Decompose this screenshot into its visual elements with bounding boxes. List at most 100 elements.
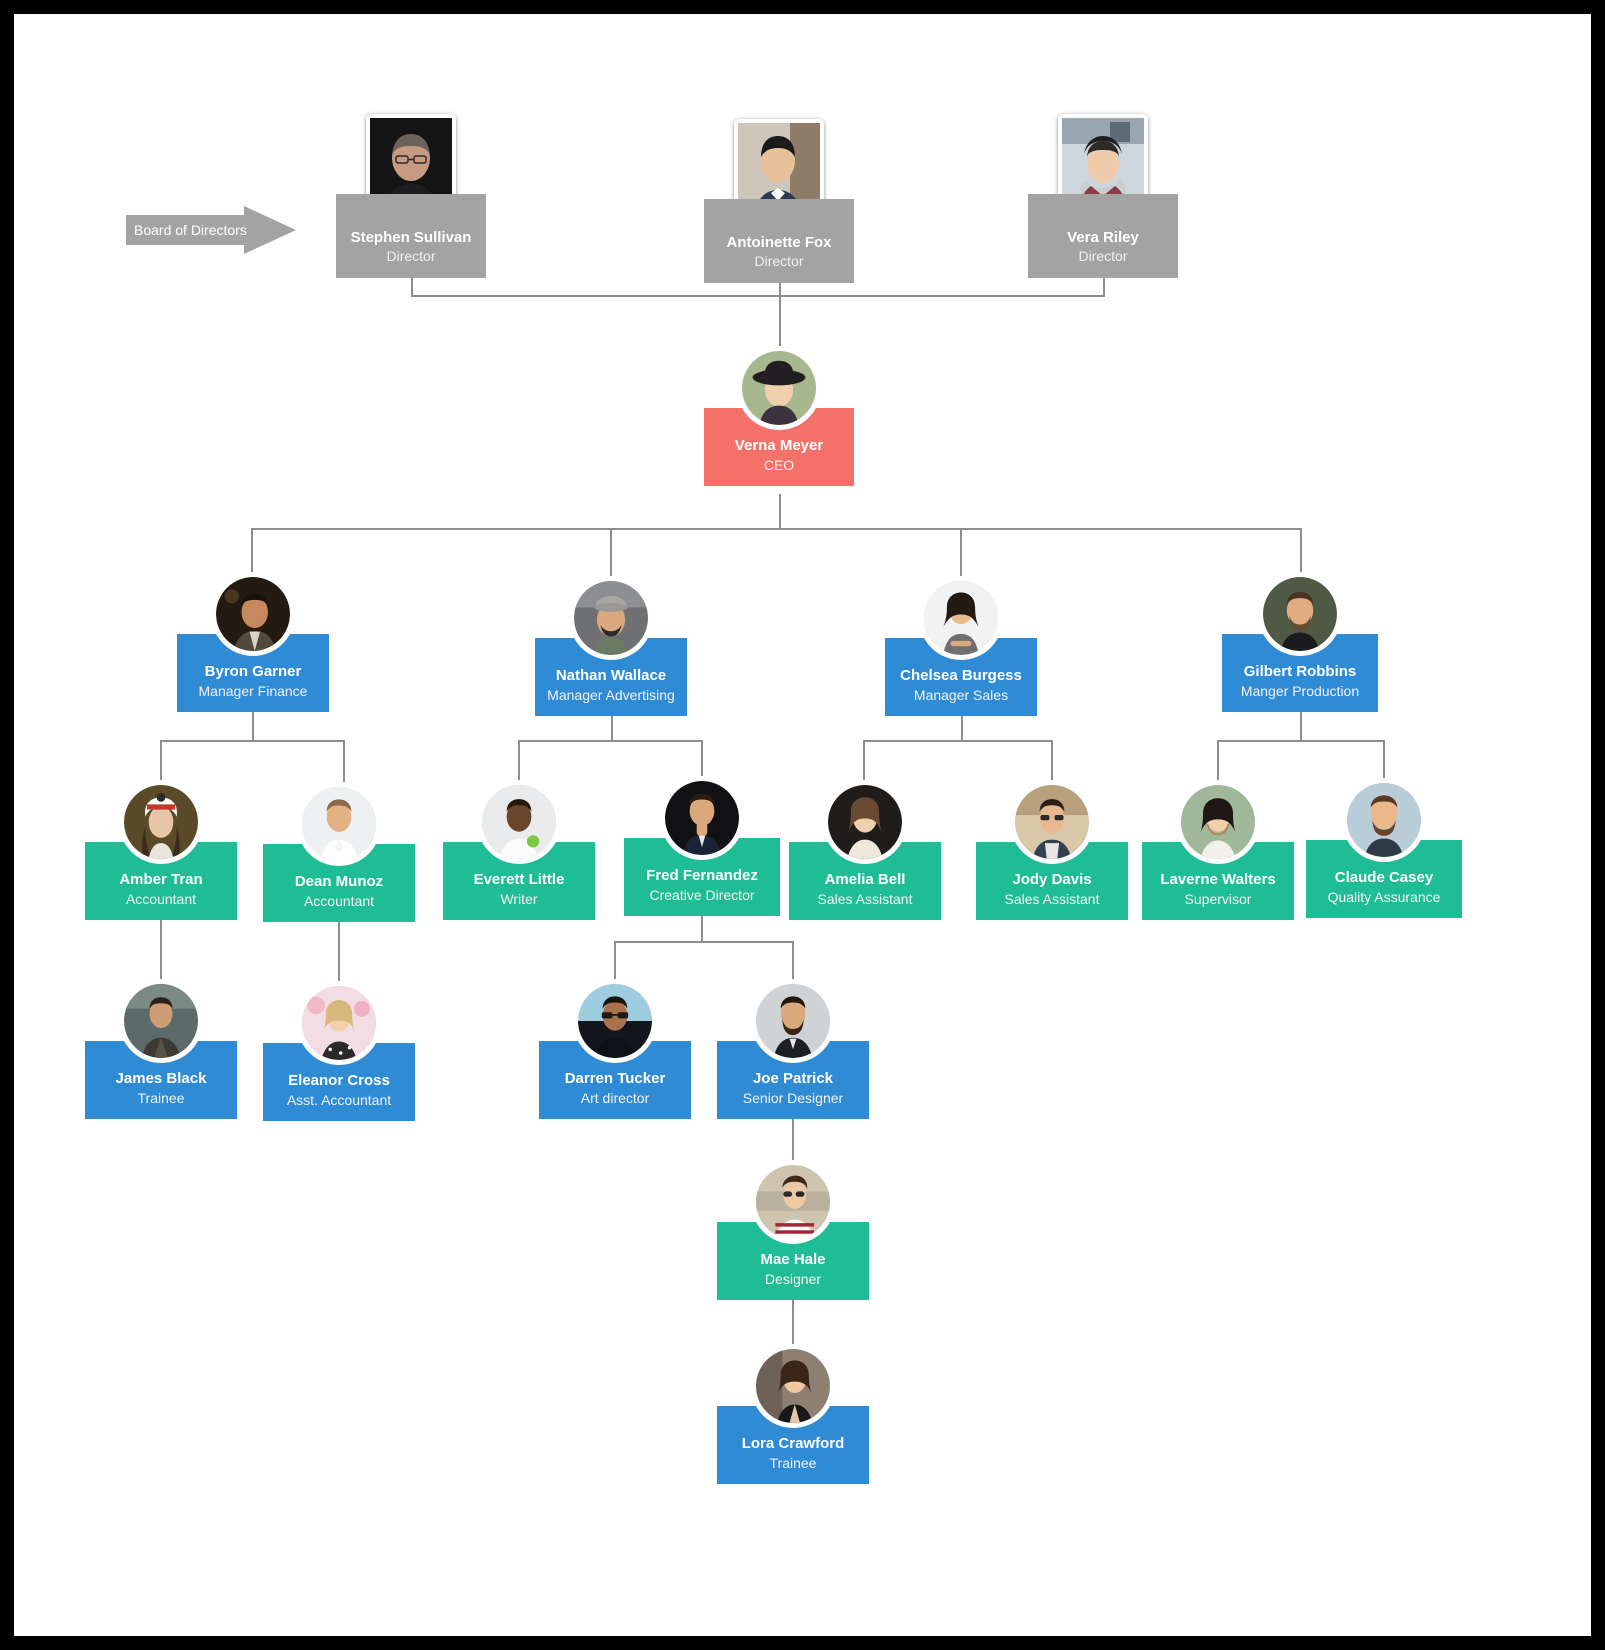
connector-to-amber bbox=[160, 740, 162, 782]
connector-mae-to-lora bbox=[792, 1293, 794, 1345]
avatar bbox=[823, 780, 907, 864]
avatar bbox=[751, 1344, 835, 1428]
staff-title: Accountant bbox=[125, 891, 197, 907]
staff-name: Fred Fernandez bbox=[646, 867, 758, 884]
manager-title: Manager Advertising bbox=[547, 687, 675, 703]
portrait-image bbox=[1181, 785, 1255, 859]
director-info: Antoinette Fox Director bbox=[704, 199, 854, 283]
staff-name: Dean Munoz bbox=[294, 873, 384, 890]
portrait-image bbox=[124, 984, 198, 1058]
staff-name: Claude Casey bbox=[1334, 869, 1434, 886]
junior-title: Trainee bbox=[137, 1090, 185, 1106]
portrait-image bbox=[482, 785, 556, 859]
portrait-image bbox=[1263, 577, 1337, 651]
avatar bbox=[569, 576, 653, 660]
trainee-title: Trainee bbox=[769, 1455, 817, 1471]
connector-to-nathan bbox=[610, 528, 612, 576]
director-name: Antoinette Fox bbox=[726, 234, 832, 251]
portrait-image bbox=[665, 781, 739, 855]
director-info: Stephen Sullivan Director bbox=[336, 194, 486, 278]
org-chart-sheet: Board of Directors Stephen Sullivan Dire… bbox=[14, 14, 1591, 1636]
junior-title: Art director bbox=[580, 1090, 650, 1106]
staff-title: Creative Director bbox=[649, 887, 755, 903]
portrait-image bbox=[756, 1349, 830, 1423]
avatar bbox=[477, 780, 561, 864]
connector-nathan-bus bbox=[518, 740, 703, 742]
connector-dean-to-eleanor bbox=[338, 916, 340, 981]
manager-title: Manager Finance bbox=[198, 683, 308, 699]
portrait-image bbox=[302, 986, 376, 1060]
junior-name: Darren Tucker bbox=[564, 1070, 666, 1087]
director-title: Director bbox=[754, 253, 804, 269]
connector-fred-down bbox=[701, 912, 703, 942]
staff-name: Laverne Walters bbox=[1160, 871, 1276, 888]
portrait-image bbox=[756, 1165, 830, 1239]
portrait-image bbox=[1015, 785, 1089, 859]
connector-to-jody bbox=[1051, 740, 1053, 782]
staff-title: Sales Assistant bbox=[817, 891, 913, 907]
manager-title: Manager Sales bbox=[913, 687, 1009, 703]
connector-to-claude bbox=[1383, 740, 1385, 782]
avatar bbox=[297, 782, 381, 866]
avatar bbox=[119, 979, 203, 1063]
avatar bbox=[919, 576, 1003, 660]
avatar bbox=[1342, 778, 1426, 862]
board-of-directors-arrow: Board of Directors bbox=[126, 206, 296, 254]
staff-name: Jody Davis bbox=[1012, 871, 1092, 888]
avatar bbox=[660, 776, 744, 860]
connector-to-gilbert bbox=[1300, 528, 1302, 576]
director-title: Director bbox=[1078, 248, 1128, 264]
manager-name: Nathan Wallace bbox=[555, 667, 667, 684]
connector-to-dean bbox=[343, 740, 345, 782]
connector-to-fred bbox=[701, 740, 703, 780]
manager-title: Manger Production bbox=[1240, 683, 1360, 699]
portrait-image bbox=[302, 787, 376, 861]
connector-to-laverne bbox=[1217, 740, 1219, 782]
avatar bbox=[737, 346, 821, 430]
ceo-title: CEO bbox=[763, 457, 795, 473]
portrait-image bbox=[1347, 783, 1421, 857]
connector-to-byron bbox=[251, 528, 253, 576]
staff-title: Quality Assurance bbox=[1327, 889, 1441, 905]
org-chart-canvas: Board of Directors Stephen Sullivan Dire… bbox=[0, 0, 1605, 1650]
director-name: Vera Riley bbox=[1067, 229, 1139, 246]
director-info: Vera Riley Director bbox=[1028, 194, 1178, 278]
staff-title: Supervisor bbox=[1184, 891, 1252, 907]
junior-name: Eleanor Cross bbox=[288, 1072, 390, 1089]
avatar bbox=[297, 981, 381, 1065]
connector-to-darren bbox=[614, 941, 616, 981]
portrait-image bbox=[924, 581, 998, 655]
connector-joe-to-mae bbox=[792, 1113, 794, 1161]
connector-byron-bus bbox=[160, 740, 345, 742]
designer-title: Designer bbox=[764, 1271, 822, 1287]
junior-name: James Black bbox=[115, 1070, 207, 1087]
avatar bbox=[119, 780, 203, 864]
connector-to-joe bbox=[792, 941, 794, 981]
avatar bbox=[1258, 572, 1342, 656]
staff-name: Everett Little bbox=[473, 871, 565, 888]
junior-title: Senior Designer bbox=[742, 1090, 844, 1106]
avatar bbox=[751, 979, 835, 1063]
junior-name: Joe Patrick bbox=[752, 1070, 834, 1087]
arrow-head-icon bbox=[244, 206, 296, 254]
designer-name: Mae Hale bbox=[760, 1251, 826, 1268]
portrait-image bbox=[828, 785, 902, 859]
portrait-image bbox=[124, 785, 198, 859]
portrait-image bbox=[742, 351, 816, 425]
director-title: Director bbox=[386, 248, 436, 264]
portrait-image bbox=[756, 984, 830, 1058]
connector-byron-down bbox=[252, 709, 254, 741]
junior-title: Asst. Accountant bbox=[286, 1092, 392, 1108]
staff-title: Accountant bbox=[303, 893, 375, 909]
connector-chelsea-down bbox=[961, 714, 963, 741]
staff-name: Amelia Bell bbox=[824, 871, 906, 888]
connector-directors-bus bbox=[411, 295, 1105, 297]
manager-name: Byron Garner bbox=[204, 663, 302, 680]
board-of-directors-label: Board of Directors bbox=[134, 222, 247, 238]
connector-to-everett bbox=[518, 740, 520, 782]
director-name: Stephen Sullivan bbox=[350, 229, 472, 246]
staff-title: Writer bbox=[500, 891, 538, 907]
avatar bbox=[1176, 780, 1260, 864]
trainee-name: Lora Crawford bbox=[741, 1435, 845, 1452]
staff-title: Sales Assistant bbox=[1004, 891, 1100, 907]
